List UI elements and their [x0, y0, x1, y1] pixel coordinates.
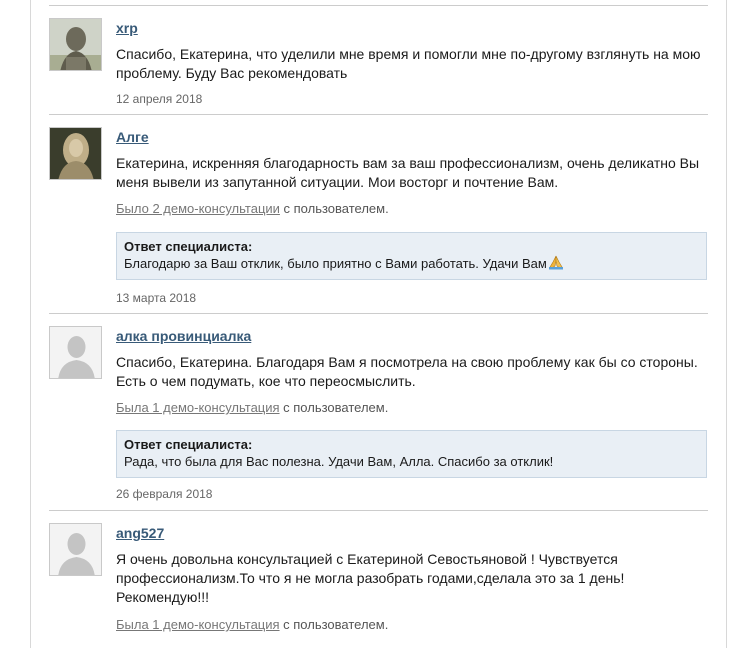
consultation-info: Была 1 демо-консультация с пользователем…: [116, 617, 388, 633]
review-author-link[interactable]: алка провинциалка: [116, 327, 251, 345]
review-author-link[interactable]: ang527: [116, 524, 164, 542]
reviews-panel: xrp Спасибо, Екатерина, что уделили мне …: [30, 0, 727, 648]
review-author-link[interactable]: Алге: [116, 128, 149, 146]
default-user-avatar-icon[interactable]: [49, 326, 102, 379]
consultation-suffix: с пользователем.: [279, 617, 389, 632]
review-date: 26 февраля 2018: [116, 487, 213, 501]
answer-text: Рада, что была для Вас полезна. Удачи Ва…: [124, 454, 554, 469]
consultation-suffix: с пользователем.: [279, 201, 389, 216]
review-text: Спасибо, Екатерина, что уделили мне врем…: [116, 46, 701, 81]
answer-title: Ответ специалиста:: [124, 437, 253, 452]
review-text: Я очень довольна консультацией с Екатери…: [116, 551, 625, 605]
default-user-avatar-icon[interactable]: [49, 523, 102, 576]
review-text: Екатерина, искренняя благодарность вам з…: [116, 155, 700, 190]
review-item: Алге Екатерина, искренняя благодарность …: [49, 114, 708, 313]
consultation-link[interactable]: Была 1 демо-консультация: [116, 400, 280, 415]
review-date: 13 марта 2018: [116, 291, 197, 305]
review-date: 12 апреля 2018: [116, 92, 203, 106]
consultation-suffix: с пользователем.: [279, 400, 389, 415]
review-author-link[interactable]: xrp: [116, 19, 138, 37]
consultation-link[interactable]: Было 2 демо-консультации: [116, 201, 280, 216]
consultation-info: Было 2 демо-консультации с пользователем…: [116, 201, 389, 217]
consultation-link[interactable]: Была 1 демо-консультация: [116, 617, 280, 632]
review-item: ang527 Я очень довольна консультацией с …: [49, 510, 708, 646]
review-item: алка провинциалка Спасибо, Екатерина. Бл…: [49, 313, 708, 510]
portrait-statue-icon[interactable]: [49, 18, 102, 71]
specialist-answer: Ответ специалиста: Рада, что была для Ва…: [116, 430, 707, 478]
praying-hands-icon: [548, 255, 564, 274]
answer-text: Благодарю за Ваш отклик, было приятно с …: [124, 256, 547, 271]
answer-title: Ответ специалиста:: [124, 239, 253, 254]
portrait-woman-icon[interactable]: [49, 127, 102, 180]
review-text: Спасибо, Екатерина. Благодаря Вам я посм…: [116, 354, 698, 389]
specialist-answer: Ответ специалиста: Благодарю за Ваш откл…: [116, 232, 707, 280]
review-item: xrp Спасибо, Екатерина, что уделили мне …: [49, 5, 708, 114]
consultation-info: Была 1 демо-консультация с пользователем…: [116, 400, 388, 416]
